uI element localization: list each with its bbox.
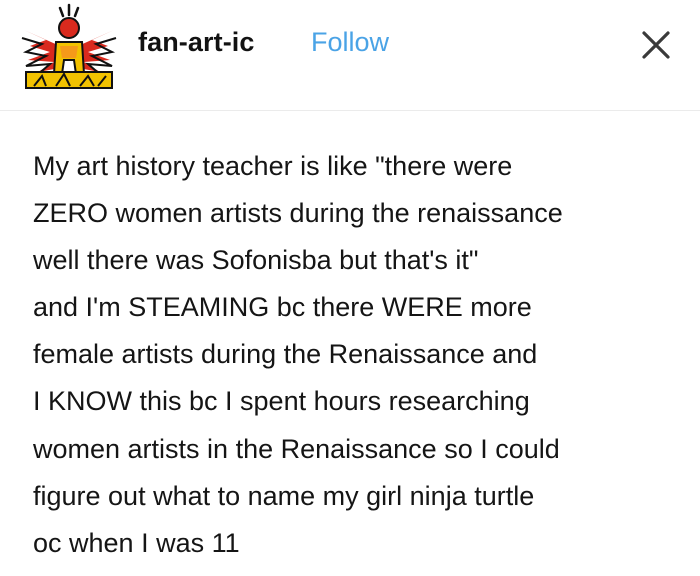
post-header: fan-art-ic Follow bbox=[0, 0, 700, 92]
post-text-line: I KNOW this bc I spent hours researching bbox=[33, 386, 530, 417]
post-text-line: female artists during the Renaissance an… bbox=[33, 339, 538, 370]
follow-button[interactable]: Follow bbox=[311, 27, 389, 58]
post-text-line: women artists in the Renaissance so I co… bbox=[33, 433, 560, 464]
post-text-line: oc when I was 11 bbox=[33, 527, 240, 558]
username[interactable]: fan-art-ic bbox=[138, 27, 255, 58]
avatar[interactable] bbox=[20, 2, 118, 90]
close-icon[interactable] bbox=[640, 29, 672, 61]
post-body: My art history teacher is like "there we… bbox=[33, 143, 673, 567]
post-text-line: and I'm STEAMING bc there WERE more bbox=[33, 292, 532, 323]
post-text-line: My art history teacher is like "there we… bbox=[33, 151, 513, 181]
post-text-line: well there was Sofonisba but that's it" bbox=[33, 245, 479, 276]
post-text-line: ZERO women artists during the renaissanc… bbox=[33, 198, 563, 229]
header-divider bbox=[0, 110, 700, 111]
post-text-line: figure out what to name my girl ninja tu… bbox=[33, 480, 535, 511]
